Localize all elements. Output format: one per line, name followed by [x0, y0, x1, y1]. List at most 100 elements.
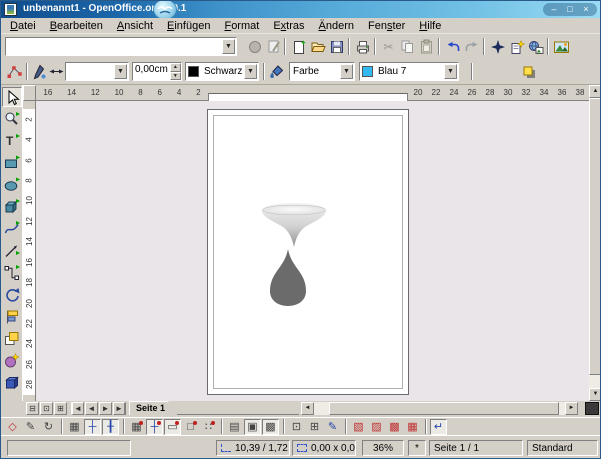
- menu-item[interactable]: Einfügen: [160, 19, 217, 33]
- dblclick-edit-text-option[interactable]: ▩: [262, 419, 279, 435]
- fill-type-combo[interactable]: Farbe ▼: [289, 62, 355, 81]
- select-tool[interactable]: [2, 87, 22, 107]
- line-width-spinner[interactable]: 0,00cm ▲▼: [132, 62, 182, 81]
- effects-tool[interactable]: [2, 351, 22, 371]
- scroll-up-icon[interactable]: ▲: [589, 85, 601, 98]
- arrow-ends-icon[interactable]: [47, 62, 66, 81]
- shadow-icon[interactable]: [519, 62, 538, 81]
- minimize-button[interactable]: –: [547, 4, 561, 15]
- status-position-field[interactable]: 10,39 / 1,72: [216, 440, 290, 456]
- insert-graphics-icon[interactable]: [552, 37, 571, 56]
- contour-only-option[interactable]: ▨: [368, 419, 385, 435]
- scroll-right-icon[interactable]: ►: [565, 402, 578, 415]
- snap-to-guides-option[interactable]: ▦: [128, 419, 145, 435]
- vertical-scrollbar[interactable]: ▲ ▼: [589, 85, 601, 401]
- menu-item[interactable]: Datei: [3, 19, 43, 33]
- layer-view-button[interactable]: ⊞: [54, 402, 67, 415]
- spin-up-icon[interactable]: ▲: [170, 63, 181, 72]
- snap-to-object-points-option[interactable]: ∷: [200, 419, 217, 435]
- line-style-combo[interactable]: ▼: [65, 62, 129, 81]
- text-tool[interactable]: T: [2, 131, 22, 151]
- drawing-view-button[interactable]: ⊟: [26, 402, 39, 415]
- gallery-icon[interactable]: [526, 37, 545, 56]
- line-color-combo[interactable]: Schwarz ▼: [185, 62, 259, 81]
- line-contour-option[interactable]: ▦: [404, 419, 421, 435]
- menu-item[interactable]: Hilfe: [412, 19, 448, 33]
- menu-item[interactable]: Extras: [266, 19, 311, 33]
- status-style-field[interactable]: Standard: [527, 440, 598, 456]
- text-placeholder-option[interactable]: ▩: [386, 419, 403, 435]
- save-icon[interactable]: [327, 37, 346, 56]
- chevron-down-icon[interactable]: ▼: [340, 64, 353, 79]
- snap-to-object-border-option[interactable]: □: [182, 419, 199, 435]
- open-icon[interactable]: [308, 37, 327, 56]
- exit-all-groups-option[interactable]: ↵: [430, 419, 447, 435]
- select-text-area-option[interactable]: ▣: [244, 419, 261, 435]
- status-size-field[interactable]: 0,00 x 0,00: [292, 440, 356, 456]
- edit-points-icon[interactable]: [5, 62, 24, 81]
- fill-color-combo[interactable]: Blau 7 ▼: [359, 62, 459, 81]
- status-page-field[interactable]: Seite 1 / 1: [429, 440, 523, 456]
- ellipse-tool[interactable]: [2, 175, 22, 195]
- close-button[interactable]: ×: [579, 4, 593, 15]
- chevron-down-icon[interactable]: ▼: [114, 64, 127, 79]
- menu-item[interactable]: Format: [217, 19, 266, 33]
- connector-tool[interactable]: [2, 263, 22, 283]
- rectangle-tool[interactable]: [2, 153, 22, 173]
- chevron-down-icon[interactable]: ▼: [222, 39, 235, 54]
- horizontal-ruler[interactable]: 161412108642 24681012141618 202224262830…: [36, 85, 589, 101]
- arrange-tool[interactable]: [2, 329, 22, 349]
- rotation-mode-option[interactable]: ✎: [22, 419, 39, 435]
- maximize-button[interactable]: □: [563, 4, 577, 15]
- menu-item[interactable]: Bearbeiten: [43, 19, 110, 33]
- horizontal-scrollbar[interactable]: ◄ ►: [301, 402, 578, 415]
- previous-page-button[interactable]: ◄: [85, 402, 98, 415]
- load-url-combo[interactable]: ▼: [5, 37, 237, 56]
- vertical-ruler[interactable]: 246810121416182022242628: [23, 101, 36, 401]
- menu-item[interactable]: Ansicht: [110, 19, 160, 33]
- large-handles-option[interactable]: ⊞: [306, 419, 323, 435]
- picture-placeholder-option[interactable]: ▧: [350, 419, 367, 435]
- scroll-down-icon[interactable]: ▼: [589, 388, 601, 401]
- vertical-scroll-thumb[interactable]: [589, 98, 601, 375]
- last-page-button[interactable]: ►: [113, 402, 126, 415]
- contour-mode-option[interactable]: ✎: [324, 419, 341, 435]
- line-dialog-icon[interactable]: [29, 62, 48, 81]
- stylist-icon[interactable]: [507, 37, 526, 56]
- horizontal-scroll-thumb[interactable]: [329, 402, 559, 415]
- spin-down-icon[interactable]: ▼: [170, 72, 181, 81]
- background-view-button[interactable]: ⊡: [40, 402, 53, 415]
- lines-arrows-tool[interactable]: [2, 241, 22, 261]
- use-snap-grid-option[interactable]: ┼: [84, 419, 101, 435]
- new-document-icon[interactable]: [289, 37, 308, 56]
- alignment-tool[interactable]: [2, 307, 22, 327]
- show-guides-option[interactable]: ╂: [102, 419, 119, 435]
- area-fill-icon[interactable]: [267, 62, 286, 81]
- first-page-button[interactable]: ◄: [71, 402, 84, 415]
- status-zoom-field[interactable]: 36%: [362, 440, 404, 456]
- chevron-down-icon[interactable]: ▼: [444, 64, 457, 79]
- scroll-left-icon[interactable]: ◄: [301, 402, 314, 415]
- chevron-down-icon[interactable]: ▼: [244, 64, 257, 79]
- resize-grip[interactable]: [585, 402, 599, 415]
- quick-edit-option[interactable]: ▤: [226, 419, 243, 435]
- next-page-button[interactable]: ►: [99, 402, 112, 415]
- snap-to-margins-option[interactable]: ▭: [164, 419, 181, 435]
- print-icon[interactable]: [353, 37, 372, 56]
- navigator-icon[interactable]: [488, 37, 507, 56]
- page-tab[interactable]: Seite 1: [129, 401, 177, 415]
- drawing-canvas[interactable]: [36, 101, 589, 401]
- snap-settings-option[interactable]: ↻: [40, 419, 57, 435]
- edit-points-option[interactable]: ◇: [4, 419, 21, 435]
- undo-icon[interactable]: [443, 37, 462, 56]
- curve-tool[interactable]: [2, 219, 22, 239]
- interaction-tool[interactable]: [2, 373, 22, 393]
- rotate-tool[interactable]: [2, 285, 22, 305]
- objects-3d-tool[interactable]: [2, 197, 22, 217]
- simple-handles-option[interactable]: ⊡: [288, 419, 305, 435]
- zoom-tool[interactable]: [2, 109, 22, 129]
- menu-item[interactable]: Ändern: [312, 19, 361, 33]
- menu-item[interactable]: Fenster: [361, 19, 412, 33]
- snap-to-grid-option[interactable]: ┼: [146, 419, 163, 435]
- show-grid-option[interactable]: ▦: [66, 419, 83, 435]
